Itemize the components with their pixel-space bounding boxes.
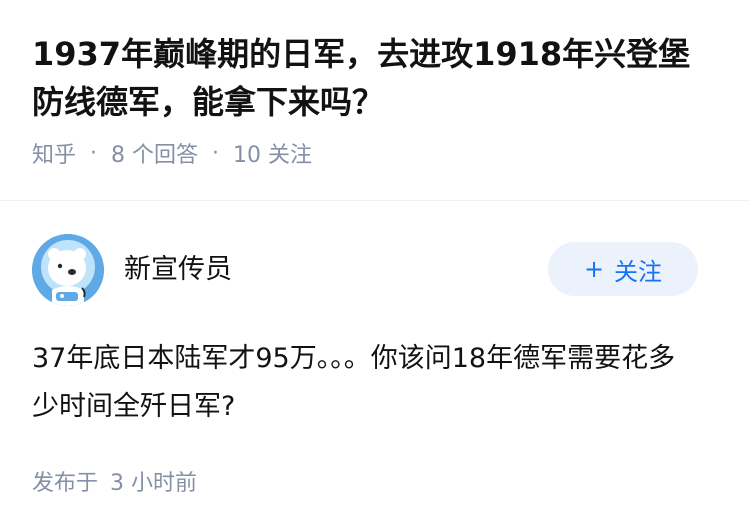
- published-time: 3 小时前: [110, 471, 198, 496]
- answer-content[interactable]: 37年底日本陆军才95万。。。你该问18年德军需要花多少时间全歼日军?: [32, 335, 718, 431]
- answers-count[interactable]: 8 个回答: [111, 137, 198, 169]
- meta-separator: ·: [90, 140, 98, 166]
- avatar-illustration: [32, 234, 104, 306]
- question-header: 1937年巅峰期的日军，去进攻1918年兴登堡防线德军，能拿下来吗？ 知乎 · …: [0, 0, 750, 168]
- section-divider: [0, 200, 750, 201]
- followers-count[interactable]: 10 关注: [233, 137, 312, 169]
- meta-separator: ·: [212, 140, 220, 166]
- plus-icon: +: [583, 255, 605, 283]
- follow-button-label: 关注: [614, 257, 663, 286]
- published-label: 发布于: [32, 471, 99, 496]
- astronaut-bear-avatar-icon[interactable]: [32, 234, 104, 306]
- answer-card: 新宣传员 + 关注 37年底日本陆军才95万。。。你该问18年德军需要花多少时间…: [32, 233, 718, 431]
- author-row: 新宣传员 + 关注: [32, 233, 718, 307]
- answer-footer: 发布于 3 小时前: [32, 465, 197, 497]
- author-name[interactable]: 新宣传员: [124, 247, 232, 286]
- follow-button[interactable]: + 关注: [548, 242, 698, 296]
- question-meta: 知乎 · 8 个回答 · 10 关注: [32, 137, 718, 169]
- source-label[interactable]: 知乎: [32, 137, 76, 169]
- question-title[interactable]: 1937年巅峰期的日军，去进攻1918年兴登堡防线德军，能拿下来吗？: [32, 30, 718, 126]
